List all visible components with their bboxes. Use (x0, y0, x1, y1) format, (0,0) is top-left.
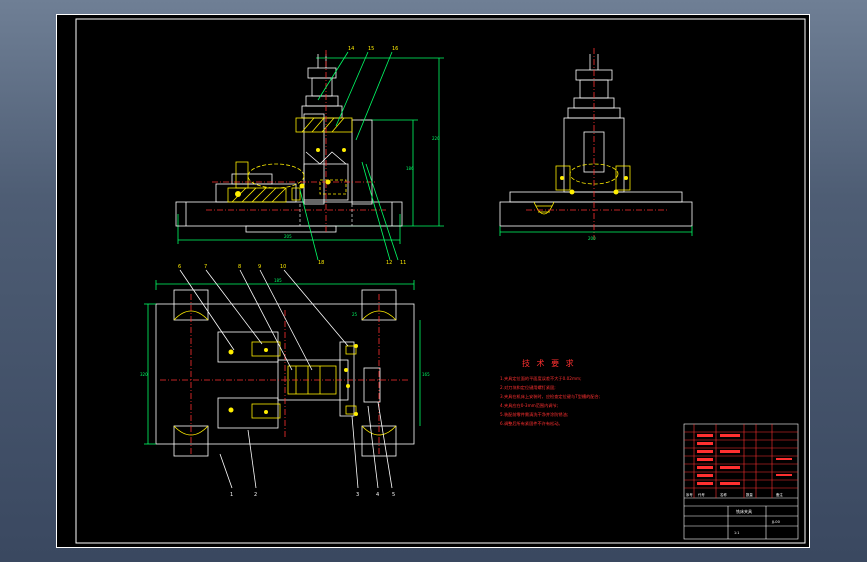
drawing-sheet: 14 15 16 18 12 11 205 186 220 200 6 7 8 … (56, 14, 810, 548)
header-cell: 代号 (698, 492, 705, 497)
drawing-number: JJ-00 (771, 520, 781, 524)
leader-label: 7 (204, 264, 207, 270)
cad-viewport[interactable]: 14 15 16 18 12 11 205 186 220 200 6 7 8 … (0, 0, 867, 562)
leader-label: 10 (280, 264, 286, 270)
header-cell: 序号 (686, 492, 693, 497)
leader-label: 2 (254, 492, 257, 498)
dimension-label: 220 (432, 136, 440, 141)
title-block (683, 423, 799, 540)
dimension-label: 25 (352, 312, 358, 317)
requirement-line: 5.装配前零件需清洗干净并涂防锈油; (500, 411, 568, 418)
leader-label: 14 (348, 46, 354, 52)
leader-label: 18 (318, 260, 324, 266)
fixture-drawing: 14 15 16 18 12 11 205 186 220 200 6 7 8 … (56, 14, 810, 548)
dimension-label: 165 (422, 372, 430, 377)
side-view (499, 48, 693, 240)
requirement-line: 1.夹具定位面的平面度误差不大于0.02mm; (500, 375, 582, 382)
requirement-line: 3.夹具在机床上安装时，应检查定位键与T型槽的配合; (500, 393, 600, 400)
scale: 1:1 (734, 531, 739, 535)
leader-label: 1 (230, 492, 233, 498)
requirement-line: 6.调整后所有紧固件不许有松动。 (500, 420, 563, 427)
front-view (175, 50, 444, 261)
leader-label: 5 (392, 492, 395, 498)
header-cell: 名称 (720, 492, 727, 497)
dimension-label: 320 (140, 372, 148, 377)
dimension-label: 185 (274, 278, 282, 283)
dimension-label: 205 (284, 234, 292, 239)
requirement-line: 4.夹具应在0-3mm范围内调节; (500, 402, 558, 409)
header-cell: 数量 (746, 492, 753, 497)
leader-label: 16 (392, 46, 398, 52)
tech-requirements-title: 技 术 要 求 (522, 358, 576, 368)
leader-label: 9 (258, 264, 261, 270)
leader-label: 11 (400, 260, 406, 266)
dimension-label: 200 (588, 236, 596, 241)
header-cell: 备注 (776, 492, 783, 497)
part-name: 铣床夹具 (736, 508, 752, 514)
leader-label: 6 (178, 264, 181, 270)
leader-label: 3 (356, 492, 359, 498)
inner-frame (75, 18, 806, 544)
outer-frame (56, 14, 810, 548)
title-block-text: 序号 代号 名称 数量 备注 铣床夹具 JJ-00 1:1 (686, 492, 783, 535)
requirement-line: 2.对刀块和定位键用螺钉紧固; (500, 384, 556, 391)
leader-label: 15 (368, 46, 374, 52)
plan-view (144, 269, 421, 489)
front-view-labels: 14 15 16 18 12 11 205 186 220 (284, 46, 440, 266)
dimension-label: 186 (406, 166, 414, 171)
leader-label: 8 (238, 264, 241, 270)
leader-label: 4 (376, 492, 379, 498)
tech-requirements: 技 术 要 求 1.夹具定位面的平面度误差不大于0.02mm; 2.对刀块和定位… (500, 358, 600, 427)
leader-label: 12 (386, 260, 392, 266)
